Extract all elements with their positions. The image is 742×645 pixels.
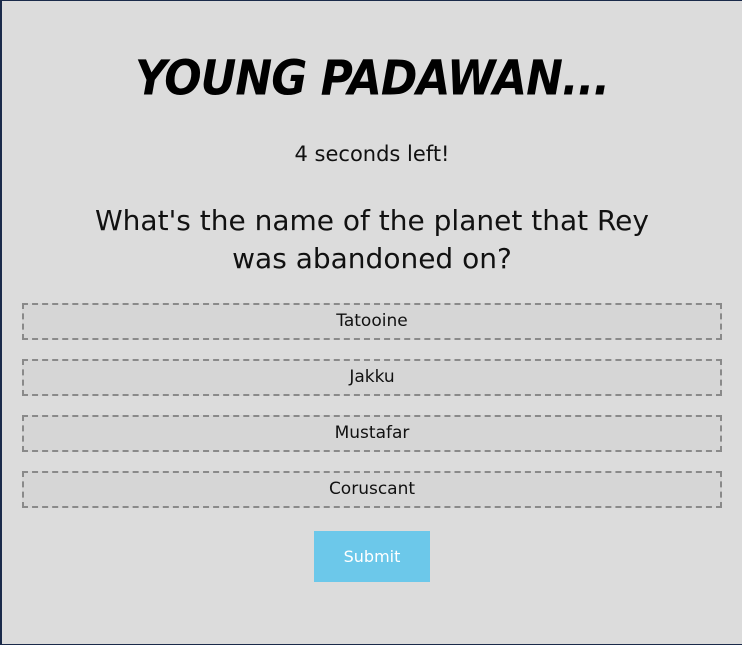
submit-button[interactable]: Submit — [314, 531, 430, 582]
quiz-card: YOUNG PADAWAN... 4 seconds left! What's … — [2, 1, 742, 644]
countdown-timer: 4 seconds left! — [294, 142, 450, 166]
answer-option-tatooine[interactable]: Tatooine — [22, 303, 722, 340]
answer-list: Tatooine Jakku Mustafar Coruscant — [22, 303, 722, 527]
answer-option-coruscant[interactable]: Coruscant — [22, 471, 722, 508]
page-title: YOUNG PADAWAN... — [134, 50, 610, 107]
answer-option-jakku[interactable]: Jakku — [22, 359, 722, 396]
answer-option-mustafar[interactable]: Mustafar — [22, 415, 722, 452]
question-text: What's the name of the planet that Rey w… — [95, 204, 649, 275]
